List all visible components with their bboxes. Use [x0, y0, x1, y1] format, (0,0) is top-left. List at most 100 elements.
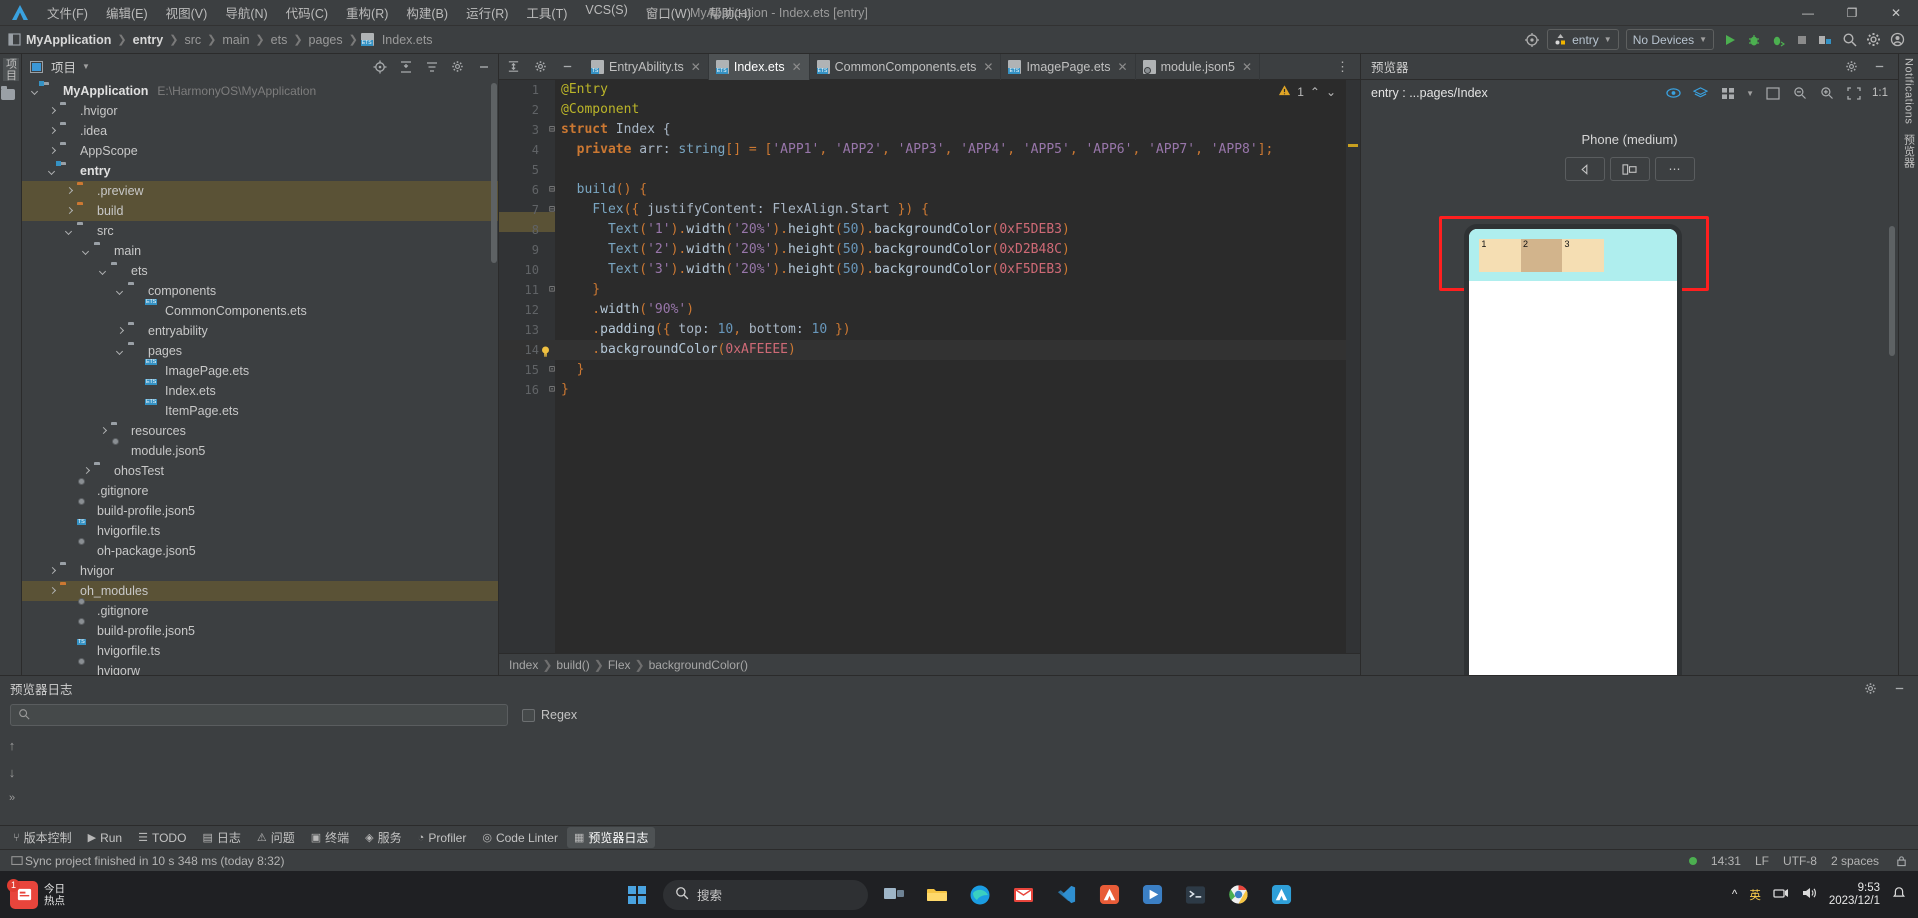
hide-panel-icon[interactable]	[475, 58, 492, 75]
previewer-hide-icon[interactable]	[1871, 58, 1888, 75]
tool-window-profiler[interactable]: ◔Profiler	[411, 829, 474, 847]
menu-item-5[interactable]: 重构(R)	[337, 0, 397, 25]
player-icon[interactable]	[1135, 878, 1169, 912]
notification-center-icon[interactable]	[1892, 886, 1906, 903]
tool-window---[interactable]: ◈服务	[358, 827, 408, 848]
taskbar-clock[interactable]: 9:53 2023/12/1	[1829, 882, 1880, 908]
chevron-down-icon[interactable]	[64, 226, 75, 237]
tool-window---[interactable]: ▤日志	[195, 827, 247, 848]
grid-icon[interactable]	[1719, 85, 1736, 102]
chevron-down-icon[interactable]: ▼	[1746, 89, 1754, 98]
project-scrollbar[interactable]	[491, 83, 497, 263]
tree-item[interactable]: MyApplicationE:\HarmonyOS\MyApplication	[22, 81, 498, 101]
previewer-scrollbar[interactable]	[1889, 226, 1895, 356]
account-icon[interactable]	[1889, 31, 1906, 48]
breadcrumb-item-4[interactable]: ets	[268, 32, 291, 48]
close-icon[interactable]: ✕	[983, 60, 993, 74]
tree-item[interactable]: hvigor	[22, 561, 498, 581]
scroll-up-icon[interactable]: ↑	[9, 738, 16, 753]
sidebar-item-previewer[interactable]: 预览器	[1901, 134, 1917, 169]
tool-window---[interactable]: ▣终端	[304, 827, 356, 848]
editor-tab-module-json5[interactable]: module.json5✕	[1136, 54, 1260, 80]
status-line-separator[interactable]: LF	[1755, 854, 1769, 868]
chevron-right-icon[interactable]	[98, 426, 109, 437]
code-breadcrumb-item-1[interactable]: build()	[556, 658, 589, 672]
breadcrumb-item-0[interactable]: MyApplication	[23, 32, 114, 48]
breadcrumb-item-1[interactable]: entry	[130, 32, 167, 48]
code-breadcrumb-item-0[interactable]: Index	[509, 658, 538, 672]
vscode-icon[interactable]	[1049, 878, 1083, 912]
tool-window-code-linter[interactable]: ◎Code Linter	[475, 829, 565, 847]
next-problem-icon[interactable]: ⌄	[1326, 85, 1336, 99]
tree-item[interactable]: .gitignore	[22, 481, 498, 501]
editor-tab-entryability-ts[interactable]: TSEntryAbility.ts✕	[584, 54, 709, 80]
structure-icon[interactable]	[1, 89, 16, 104]
menu-item-2[interactable]: 视图(V)	[157, 0, 217, 25]
tree-item[interactable]: .hvigor	[22, 101, 498, 121]
run-icon[interactable]	[1721, 31, 1738, 48]
zoom-in-icon[interactable]	[1818, 85, 1835, 102]
close-icon[interactable]: ✕	[1242, 60, 1252, 74]
menu-item-7[interactable]: 运行(R)	[457, 0, 517, 25]
chevron-down-icon[interactable]	[81, 246, 92, 257]
log-search-input[interactable]	[35, 708, 500, 722]
close-icon[interactable]: ✕	[1118, 60, 1128, 74]
project-tree[interactable]: MyApplicationE:\HarmonyOS\MyApplication.…	[22, 79, 498, 675]
device-manager-icon[interactable]	[1817, 31, 1834, 48]
mail-icon[interactable]	[1006, 878, 1040, 912]
tree-item[interactable]: ETSCommonComponents.ets	[22, 301, 498, 321]
menu-item-1[interactable]: 编辑(E)	[97, 0, 157, 25]
target-icon[interactable]	[1523, 31, 1540, 48]
prev-problem-icon[interactable]: ⌃	[1310, 85, 1320, 99]
taskbar-widget[interactable]: 1 今日 热点	[0, 881, 160, 909]
chevron-right-icon[interactable]	[81, 466, 92, 477]
breadcrumb-item-3[interactable]: main	[219, 32, 252, 48]
log-settings-icon[interactable]	[1862, 680, 1879, 697]
scroll-down-icon[interactable]: ↓	[9, 765, 16, 780]
code-surface[interactable]: 1@Entry2@Component3⊟struct Index {4 priv…	[499, 80, 1360, 653]
lock-icon[interactable]	[1893, 852, 1910, 869]
menu-item-4[interactable]: 代码(C)	[277, 0, 337, 25]
preview-device-screen[interactable]: 123	[1469, 229, 1677, 675]
code-fold-icon[interactable]: ⊟	[547, 180, 557, 200]
menu-item-8[interactable]: 工具(T)	[517, 0, 576, 25]
device-selector[interactable]: No Devices ▼	[1626, 29, 1714, 50]
tree-item[interactable]: main	[22, 241, 498, 261]
preview-device-frame[interactable]: 123	[1464, 224, 1682, 675]
module-selector[interactable]: entry ▼	[1547, 29, 1619, 50]
code-breadcrumb-item-2[interactable]: Flex	[608, 658, 631, 672]
fit-icon[interactable]	[1764, 85, 1781, 102]
inspector-icon[interactable]	[1665, 85, 1682, 102]
chevron-right-icon[interactable]	[115, 326, 126, 337]
log-hide-icon[interactable]	[1891, 680, 1908, 697]
chevron-down-icon[interactable]	[115, 286, 126, 297]
tree-item[interactable]: build-profile.json5	[22, 501, 498, 521]
code-fold-icon[interactable]: ⊟	[547, 120, 557, 140]
deveco-icon[interactable]	[1092, 878, 1126, 912]
editor-tab-index-ets[interactable]: ETSIndex.ets✕	[709, 54, 810, 80]
tree-item[interactable]: ets	[22, 261, 498, 281]
tree-item[interactable]: entryability	[22, 321, 498, 341]
menu-item-9[interactable]: VCS(S)	[576, 0, 636, 25]
network-icon[interactable]	[1773, 886, 1789, 903]
close-button[interactable]: ✕	[1874, 0, 1918, 26]
chevron-right-icon[interactable]	[47, 126, 58, 137]
start-button-icon[interactable]	[620, 878, 654, 912]
expand-icon[interactable]: »	[9, 792, 15, 804]
chevron-right-icon[interactable]	[47, 146, 58, 157]
zoom-out-icon[interactable]	[1791, 85, 1808, 102]
chevron-right-icon[interactable]	[64, 206, 75, 217]
sort-icon[interactable]	[423, 58, 440, 75]
tree-item[interactable]: TShvigorfile.ts	[22, 641, 498, 661]
tree-item[interactable]: hvigorw	[22, 661, 498, 675]
editor-tab-commoncomponents-ets[interactable]: ETSCommonComponents.ets✕	[810, 54, 1002, 80]
log-output[interactable]: ↑ ↓ »	[0, 730, 1918, 825]
tree-item[interactable]: ohosTest	[22, 461, 498, 481]
chevron-down-icon[interactable]	[98, 266, 109, 277]
chevron-right-icon[interactable]	[47, 566, 58, 577]
layout-toggle-button[interactable]	[1610, 157, 1650, 181]
more-button[interactable]: ⋯	[1655, 157, 1695, 181]
tree-item[interactable]: ETSIndex.ets	[22, 381, 498, 401]
warning-marker[interactable]	[1348, 144, 1358, 147]
tree-item[interactable]: components	[22, 281, 498, 301]
